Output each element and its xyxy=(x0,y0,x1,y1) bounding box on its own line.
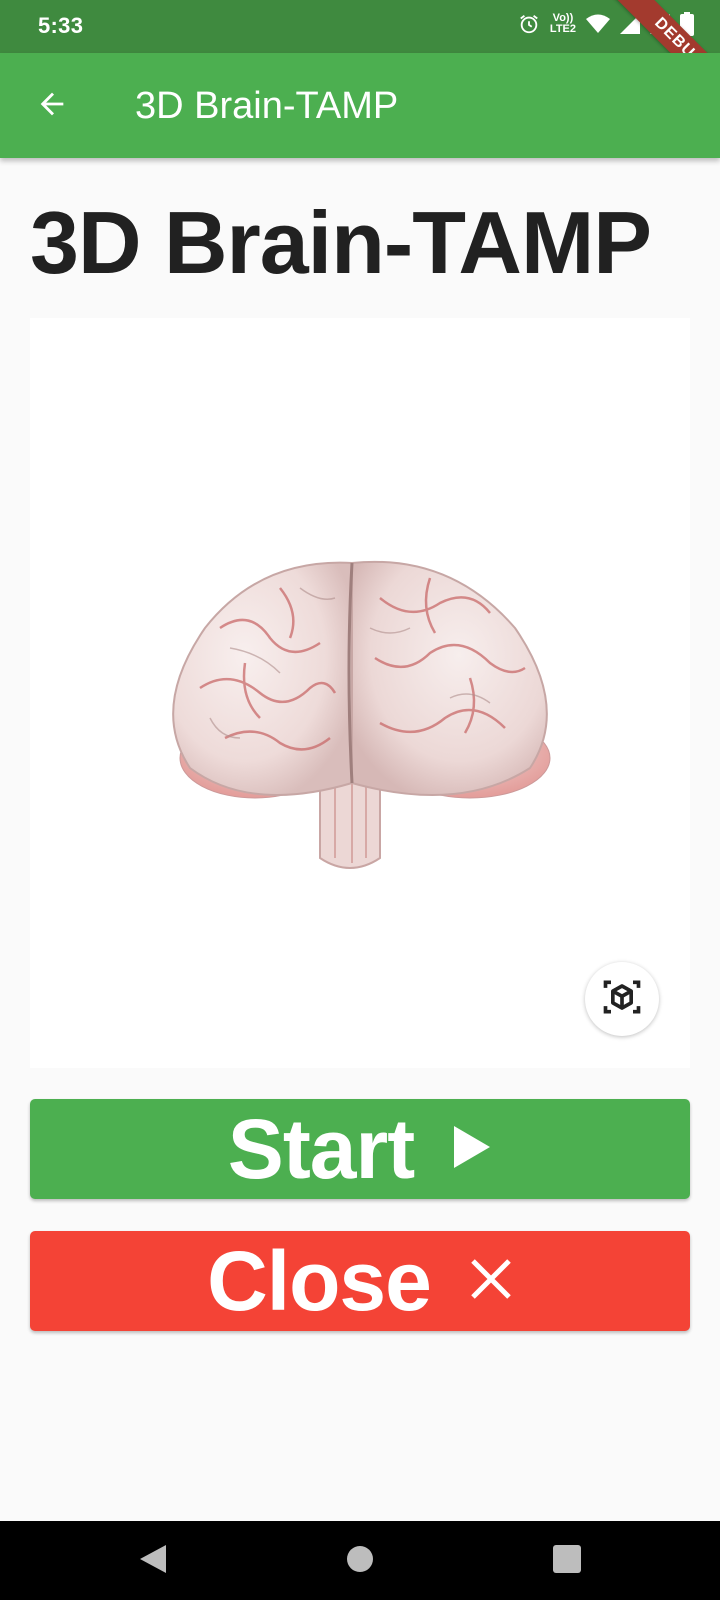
nav-recents-button[interactable] xyxy=(547,1541,587,1581)
nav-back-icon xyxy=(138,1543,168,1580)
view-in-ar-button[interactable] xyxy=(585,962,659,1036)
arrow-back-icon xyxy=(35,87,69,126)
play-icon xyxy=(452,1124,492,1175)
close-button[interactable]: Close xyxy=(30,1231,690,1331)
brain-model-image xyxy=(172,560,551,869)
app-screen: 5:33 Vo)) LTE2 DEBUG 3D Brain-TAMP 3D Br… xyxy=(0,0,720,1600)
volte-bottom-text: LTE2 xyxy=(549,23,576,35)
view-in-ar-icon xyxy=(600,975,644,1024)
back-button[interactable] xyxy=(28,82,76,130)
nav-home-icon xyxy=(345,1544,375,1579)
model-viewer[interactable] xyxy=(30,318,690,1068)
app-bar: 3D Brain-TAMP xyxy=(0,53,720,158)
nav-home-button[interactable] xyxy=(340,1541,380,1581)
close-icon xyxy=(469,1257,513,1306)
alarm-icon xyxy=(518,13,540,35)
page-title: 3D Brain-TAMP xyxy=(30,193,652,292)
system-nav-bar xyxy=(0,1521,720,1600)
volte-icon: Vo)) LTE2 xyxy=(550,13,576,35)
app-bar-title: 3D Brain-TAMP xyxy=(135,85,399,127)
status-time: 5:33 xyxy=(38,13,84,38)
nav-recents-icon xyxy=(552,1544,582,1579)
nav-back-button[interactable] xyxy=(133,1541,173,1581)
start-button-label: Start xyxy=(227,1102,415,1196)
status-bar: 5:33 Vo)) LTE2 xyxy=(0,0,720,53)
close-button-label: Close xyxy=(207,1234,432,1328)
start-button[interactable]: Start xyxy=(30,1099,690,1199)
wifi-icon xyxy=(586,14,610,34)
